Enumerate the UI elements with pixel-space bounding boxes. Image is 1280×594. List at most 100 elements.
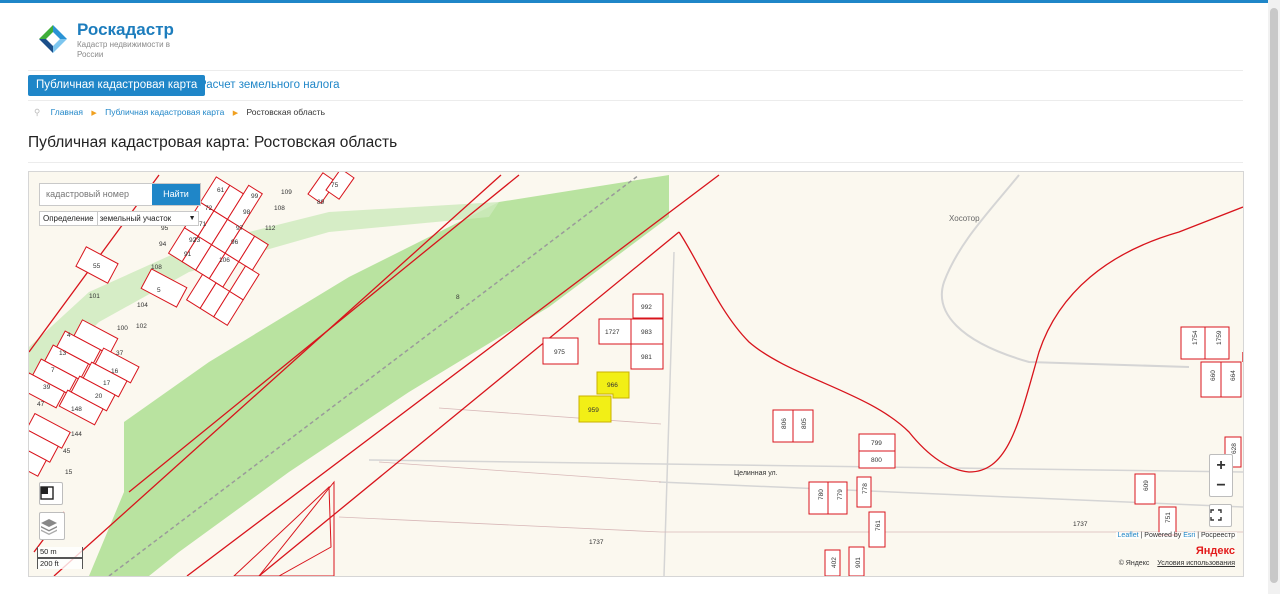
- svg-text:981: 981: [641, 354, 652, 361]
- svg-text:99: 99: [251, 193, 259, 200]
- svg-text:109: 109: [281, 189, 292, 196]
- svg-text:780: 780: [818, 489, 825, 500]
- svg-text:112: 112: [265, 225, 276, 232]
- zoom-in-button[interactable]: +: [1209, 454, 1233, 477]
- page-scrollbar[interactable]: [1268, 0, 1280, 594]
- define-control: Определение земельный участок ▼: [39, 211, 199, 226]
- cadastral-search: Найти: [39, 183, 201, 206]
- yandex-logo-text: Яндекс: [1195, 545, 1235, 557]
- location-pin-icon: ⚲: [34, 107, 41, 117]
- map-canvas[interactable]: 992 1727 983 975 981 966 959 806 805 799…: [29, 172, 1243, 576]
- divider: [28, 162, 1243, 163]
- svg-text:402: 402: [831, 557, 838, 568]
- cadastral-number-input[interactable]: [40, 184, 160, 203]
- svg-text:100: 100: [117, 325, 128, 332]
- tab-public-cadastral-map[interactable]: Публичная кадастровая карта: [28, 75, 206, 96]
- svg-text:901: 901: [855, 557, 862, 568]
- svg-text:1737: 1737: [589, 539, 604, 546]
- fullscreen-icon: [1210, 509, 1222, 521]
- selection-tool-button[interactable]: [39, 482, 63, 505]
- svg-text:71: 71: [199, 221, 207, 228]
- yandex-copyright: © Яндекс: [1118, 560, 1150, 567]
- divider: [28, 70, 1243, 71]
- svg-text:609: 609: [1143, 480, 1150, 491]
- road-khosotor: [940, 174, 1190, 368]
- attribution-text: | Росреестр: [1195, 532, 1235, 539]
- svg-text:104: 104: [137, 302, 148, 309]
- green-belt: [89, 175, 669, 576]
- svg-text:47: 47: [37, 401, 45, 408]
- svg-text:75: 75: [331, 182, 339, 189]
- breadcrumb-separator-icon: ▶: [232, 110, 239, 117]
- svg-text:800: 800: [871, 457, 882, 464]
- svg-text:108: 108: [151, 264, 162, 271]
- svg-text:89: 89: [317, 199, 325, 206]
- select-area-icon: [40, 486, 54, 500]
- svg-text:144: 144: [71, 431, 82, 438]
- svg-text:106: 106: [219, 257, 230, 264]
- svg-text:101: 101: [89, 293, 100, 300]
- svg-text:37: 37: [116, 350, 124, 357]
- object-type-value: земельный участок: [99, 214, 172, 223]
- yandex-logo[interactable]: Яндекс: [1196, 545, 1235, 557]
- svg-text:664: 664: [1230, 370, 1237, 381]
- scale-imperial: 200 ft: [37, 558, 83, 569]
- svg-text:39: 39: [43, 384, 51, 391]
- object-type-select[interactable]: земельный участок ▼: [96, 211, 199, 226]
- svg-text:975: 975: [554, 349, 565, 356]
- svg-text:799: 799: [871, 440, 882, 447]
- chevron-down-icon: ▼: [188, 215, 196, 222]
- define-label: Определение: [39, 211, 98, 226]
- svg-text:628: 628: [1231, 443, 1238, 454]
- svg-text:20: 20: [95, 393, 103, 400]
- svg-text:108: 108: [274, 205, 285, 212]
- search-button[interactable]: Найти: [152, 184, 200, 205]
- svg-text:992: 992: [641, 304, 652, 311]
- breadcrumb-separator-icon: ▶: [91, 110, 97, 117]
- zoom-out-button[interactable]: −: [1209, 475, 1233, 497]
- svg-text:148: 148: [71, 406, 82, 413]
- svg-text:966: 966: [607, 382, 618, 389]
- svg-text:761: 761: [875, 520, 882, 531]
- esri-link[interactable]: Esri: [1183, 532, 1195, 539]
- highlighted-parcels[interactable]: [578, 371, 630, 423]
- breadcrumb: ⚲ Главная ▶ Публичная кадастровая карта …: [34, 107, 325, 118]
- svg-text:779: 779: [837, 489, 844, 500]
- brand-name[interactable]: Роскадастр: [77, 20, 174, 40]
- svg-text:5: 5: [157, 287, 161, 294]
- svg-text:983: 983: [641, 329, 652, 336]
- parcel-lower-left: [258, 480, 335, 576]
- breadcrumb-home-link[interactable]: Главная: [51, 107, 83, 117]
- road-vertical: [663, 251, 675, 576]
- svg-text:96: 96: [231, 239, 239, 246]
- brand-subtitle: Кадастр недвижимости в России: [77, 40, 171, 59]
- attribution-text: | Powered by: [1138, 532, 1184, 539]
- svg-text:95: 95: [161, 225, 169, 232]
- terms-of-use-link[interactable]: Условия использования: [1157, 560, 1235, 567]
- svg-text:15: 15: [65, 469, 73, 476]
- breadcrumb-map-link[interactable]: Публичная кадастровая карта: [105, 107, 224, 117]
- divider: [28, 100, 1243, 101]
- place-label-khosotor: Хосотор: [949, 214, 980, 223]
- svg-text:1754: 1754: [1192, 330, 1199, 345]
- scale-metric: 50 m: [37, 547, 83, 558]
- leaflet-link[interactable]: Leaflet: [1118, 532, 1139, 539]
- svg-text:1759: 1759: [1216, 330, 1223, 345]
- svg-text:1737: 1737: [1073, 521, 1088, 528]
- breadcrumb-current: Ростовская область: [246, 107, 325, 117]
- layers-button[interactable]: [39, 512, 65, 540]
- layers-icon: [41, 519, 57, 535]
- svg-text:91: 91: [184, 251, 192, 258]
- svg-text:13: 13: [59, 350, 67, 357]
- roscadastr-logo-icon[interactable]: [38, 24, 68, 54]
- svg-text:1727: 1727: [605, 329, 620, 336]
- tab-land-tax-calculation[interactable]: Расчет земельного налога: [191, 75, 348, 96]
- scrollbar-thumb[interactable]: [1270, 8, 1278, 583]
- svg-text:94: 94: [159, 241, 167, 248]
- svg-text:959: 959: [588, 407, 599, 414]
- page-title: Публичная кадастровая карта: Ростовская …: [28, 134, 398, 151]
- fullscreen-button[interactable]: [1209, 504, 1232, 527]
- svg-text:98: 98: [243, 209, 251, 216]
- top-accent-line: [0, 0, 1280, 3]
- cadastral-map[interactable]: 992 1727 983 975 981 966 959 806 805 799…: [28, 171, 1244, 577]
